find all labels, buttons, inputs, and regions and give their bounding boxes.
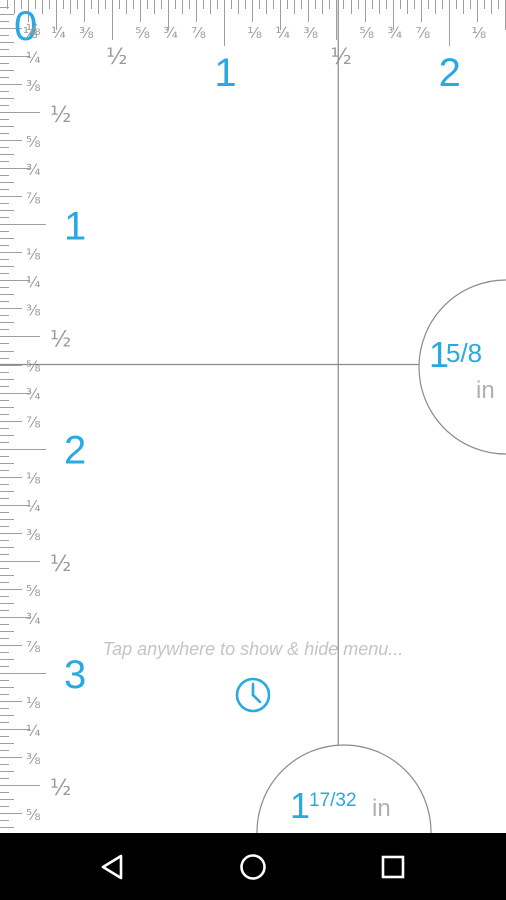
vertical-reading-whole: 1 — [290, 785, 310, 826]
vertical-reading-fraction: 17/32 — [309, 790, 357, 811]
fraction-label: ¾ — [163, 24, 178, 42]
fraction-label: ¾ — [26, 161, 41, 179]
fraction-label: ¼ — [26, 498, 41, 516]
horizontal-reading-fraction: 5/8 — [446, 338, 482, 368]
fraction-label: ½ — [50, 776, 71, 801]
fraction-label: ⅜ — [26, 750, 41, 768]
horizontal-reading-unit: in — [476, 377, 495, 404]
fraction-label: ½ — [50, 103, 71, 128]
top-inch-label: 2 — [439, 51, 461, 95]
fraction-label: ½ — [330, 45, 351, 70]
fraction-label: ⅝ — [26, 806, 41, 824]
fraction-label: ½ — [106, 45, 127, 70]
back-button[interactable] — [92, 847, 132, 887]
fraction-label: ⅜ — [303, 24, 318, 42]
fraction-label: ⅛ — [26, 470, 41, 488]
vertical-reading-bubble[interactable]: 1 17/32 in — [256, 744, 432, 833]
fraction-label: ⅞ — [191, 24, 206, 42]
fraction-label: ¼ — [26, 273, 41, 291]
fraction-label: ⅜ — [26, 526, 41, 544]
fraction-label: ⅛ — [472, 24, 487, 42]
home-button[interactable] — [233, 847, 273, 887]
left-inch-label: 1 — [64, 204, 86, 248]
fraction-label: ⅝ — [26, 133, 41, 151]
top-inch-label: 1 — [214, 51, 236, 95]
fraction-label: ⅝ — [135, 24, 150, 42]
fraction-label: ⅛ — [247, 24, 262, 42]
fraction-label: ¾ — [26, 386, 41, 404]
vertical-reading-circle — [256, 744, 432, 833]
fraction-label: ⅛ — [26, 21, 41, 39]
fraction-label: ¼ — [26, 722, 41, 740]
fraction-label: ⅛ — [26, 694, 41, 712]
fraction-label: ½ — [50, 327, 71, 352]
fraction-label: ⅛ — [26, 245, 41, 263]
fraction-label: ⅞ — [26, 638, 41, 656]
fraction-label: ½ — [50, 552, 71, 577]
fraction-label: ⅜ — [26, 301, 41, 319]
recents-button[interactable] — [373, 847, 413, 887]
fraction-label: ¾ — [26, 610, 41, 628]
system-navigation-bar — [0, 833, 506, 900]
fraction-label: ¼ — [26, 49, 41, 67]
fraction-label: ⅜ — [26, 77, 41, 95]
fraction-label: ⅞ — [26, 414, 41, 432]
fraction-label: ¾ — [388, 24, 403, 42]
home-circle-icon — [240, 854, 266, 880]
fraction-label: ¼ — [51, 24, 66, 42]
history-button[interactable] — [234, 676, 272, 714]
left-inch-label: 2 — [64, 429, 86, 473]
clock-icon — [235, 677, 271, 713]
fraction-label: ⅝ — [26, 358, 41, 376]
menu-hint-text: Tap anywhere to show & hide menu... — [102, 639, 404, 659]
vertical-reading-unit: in — [372, 795, 391, 822]
fraction-label: ⅞ — [416, 24, 431, 42]
back-triangle-icon — [101, 854, 123, 880]
fraction-label: ⅝ — [26, 582, 41, 600]
fraction-label: ¼ — [275, 24, 290, 42]
fraction-label: ⅝ — [360, 24, 375, 42]
fraction-label: ⅜ — [79, 24, 94, 42]
fraction-label: ⅞ — [26, 189, 41, 207]
recents-square-icon — [381, 855, 405, 879]
horizontal-reading-bubble[interactable]: 1 5/8 in — [418, 279, 506, 455]
